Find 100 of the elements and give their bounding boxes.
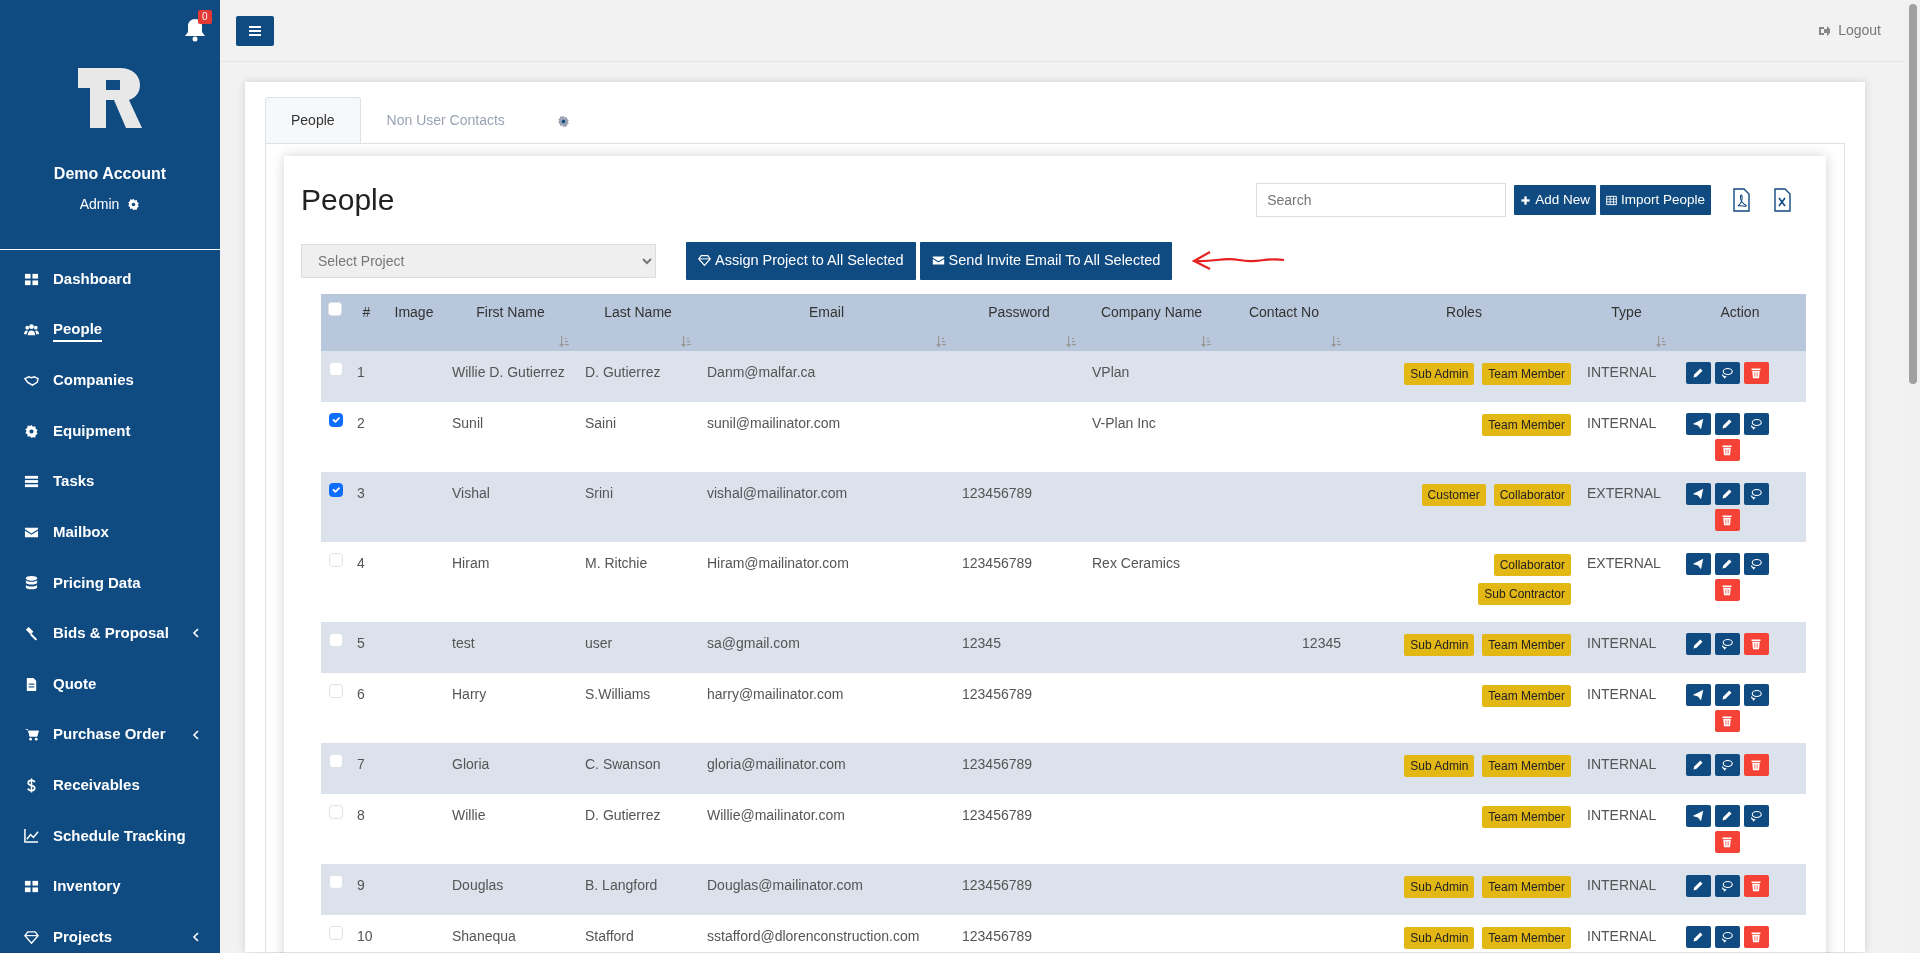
bell-icon[interactable] [184,18,206,42]
project-select[interactable]: Select Project [301,243,656,278]
table-cell: Gloria [452,755,490,772]
pdf-icon[interactable] [1731,188,1752,212]
chat-button[interactable] [1743,412,1769,435]
edit-button[interactable] [1685,632,1711,655]
sidebar-item[interactable]: Equipment [0,405,220,457]
pencil-icon [1692,366,1704,379]
edit-button[interactable] [1714,804,1740,827]
logout-link[interactable]: Logout [1818,20,1881,41]
envelope-icon [931,254,945,268]
sidebar-label: Schedule Tracking [53,825,186,846]
chat-button[interactable] [1714,632,1740,655]
edit-button[interactable] [1714,552,1740,575]
edit-button[interactable] [1685,925,1711,948]
sidebar-item[interactable]: Pricing Data [0,557,220,609]
toolbar-button[interactable]: Add New [1514,184,1596,216]
chat-button[interactable] [1714,925,1740,948]
sidebar-item[interactable]: Quote [0,658,220,710]
select-all-checkbox[interactable] [328,301,342,316]
edit-button[interactable] [1685,361,1711,384]
delete-button[interactable] [1743,632,1769,655]
database-icon [24,575,39,591]
toolbar-button[interactable]: Import People [1599,184,1711,216]
trash-icon [1750,366,1762,379]
table-cell: 3 [357,484,365,501]
settings-icon[interactable] [127,198,141,211]
sidebar-label: Equipment [53,420,131,441]
edit-button[interactable] [1714,482,1740,505]
chat-button[interactable] [1743,552,1769,575]
delete-button[interactable] [1743,874,1769,897]
trash-icon [1721,443,1733,456]
tab[interactable]: People [265,97,361,143]
chat-button[interactable] [1743,804,1769,827]
plus-icon [1520,194,1532,206]
action-button[interactable]: Send Invite Email To All Selected [919,242,1173,280]
sidebar-label: Purchase Order [53,724,166,745]
edit-button[interactable] [1714,412,1740,435]
chat-button[interactable] [1714,753,1740,776]
delete-button[interactable] [1714,578,1740,601]
send-button[interactable] [1685,683,1711,706]
chat-button[interactable] [1714,361,1740,384]
table-cell: 4 [357,554,365,571]
chat-button[interactable] [1714,874,1740,897]
row-checkbox[interactable] [329,482,343,497]
role-tag: Team Member [1482,362,1571,385]
delete-button[interactable] [1743,753,1769,776]
table-cell: S.Williams [585,685,651,702]
delete-button[interactable] [1743,361,1769,384]
send-button[interactable] [1685,482,1711,505]
column-header: Roles [1446,303,1482,320]
table-cell: Douglas [452,876,504,893]
table-cell: Sunil [452,414,484,431]
sidebar-item[interactable]: People [0,304,220,356]
sidebar-item[interactable]: Mailbox [0,506,220,558]
trash-icon [1750,637,1762,650]
sidebar-item[interactable]: Companies [0,355,220,406]
sidebar-item[interactable]: Purchase Order [0,709,220,760]
table-cell: Willie@mailinator.com [707,806,845,823]
chat-button[interactable] [1743,482,1769,505]
sidebar-item[interactable]: Projects [0,911,220,953]
edit-button[interactable] [1714,683,1740,706]
send-button[interactable] [1685,412,1711,435]
sidebar-item[interactable]: Tasks [0,456,220,507]
delete-button[interactable] [1714,709,1740,732]
edit-button[interactable] [1685,753,1711,776]
sidebar-label: People [53,317,103,343]
table-cell: INTERNAL [1587,363,1657,380]
chat-button[interactable] [1743,683,1769,706]
delete-button[interactable] [1743,925,1769,948]
delete-button[interactable] [1714,830,1740,853]
sidebar-item[interactable]: Bids & Proposal [0,608,220,659]
table-cell: INTERNAL [1587,634,1657,651]
table-cell: 9 [357,876,365,893]
sidebar-item[interactable]: Inventory [0,861,220,912]
grid-icon [24,271,39,287]
delete-button[interactable] [1714,438,1740,461]
sidebar-item[interactable]: Dashboard [0,254,220,305]
row-checkbox[interactable] [329,412,343,427]
table-cell: V-Plan Inc [1092,414,1156,431]
edit-button[interactable] [1685,874,1711,897]
table-cell: 123456789 [962,806,1033,823]
sidebar-item[interactable]: Receivables [0,759,220,811]
table-cell: INTERNAL [1587,755,1657,772]
column-header: Image [394,303,434,320]
send-button[interactable] [1685,552,1711,575]
role-tag: Team Member [1482,926,1571,949]
send-button[interactable] [1685,804,1711,827]
menu-button[interactable] [236,15,274,46]
sidebar-item[interactable]: Schedule Tracking [0,810,220,862]
gears-icon [556,114,570,128]
search-field[interactable]: Search [1256,183,1507,217]
column-header: Contact No [1248,303,1319,320]
scrollbar-thumb[interactable] [1908,4,1917,384]
excel-icon[interactable] [1772,188,1793,212]
action-button[interactable]: Assign Project to All Selected [686,242,916,280]
cart-icon [24,727,39,743]
table-cell: 5 [357,634,365,651]
role-tag: Sub Admin [1404,754,1475,777]
delete-button[interactable] [1714,508,1740,531]
